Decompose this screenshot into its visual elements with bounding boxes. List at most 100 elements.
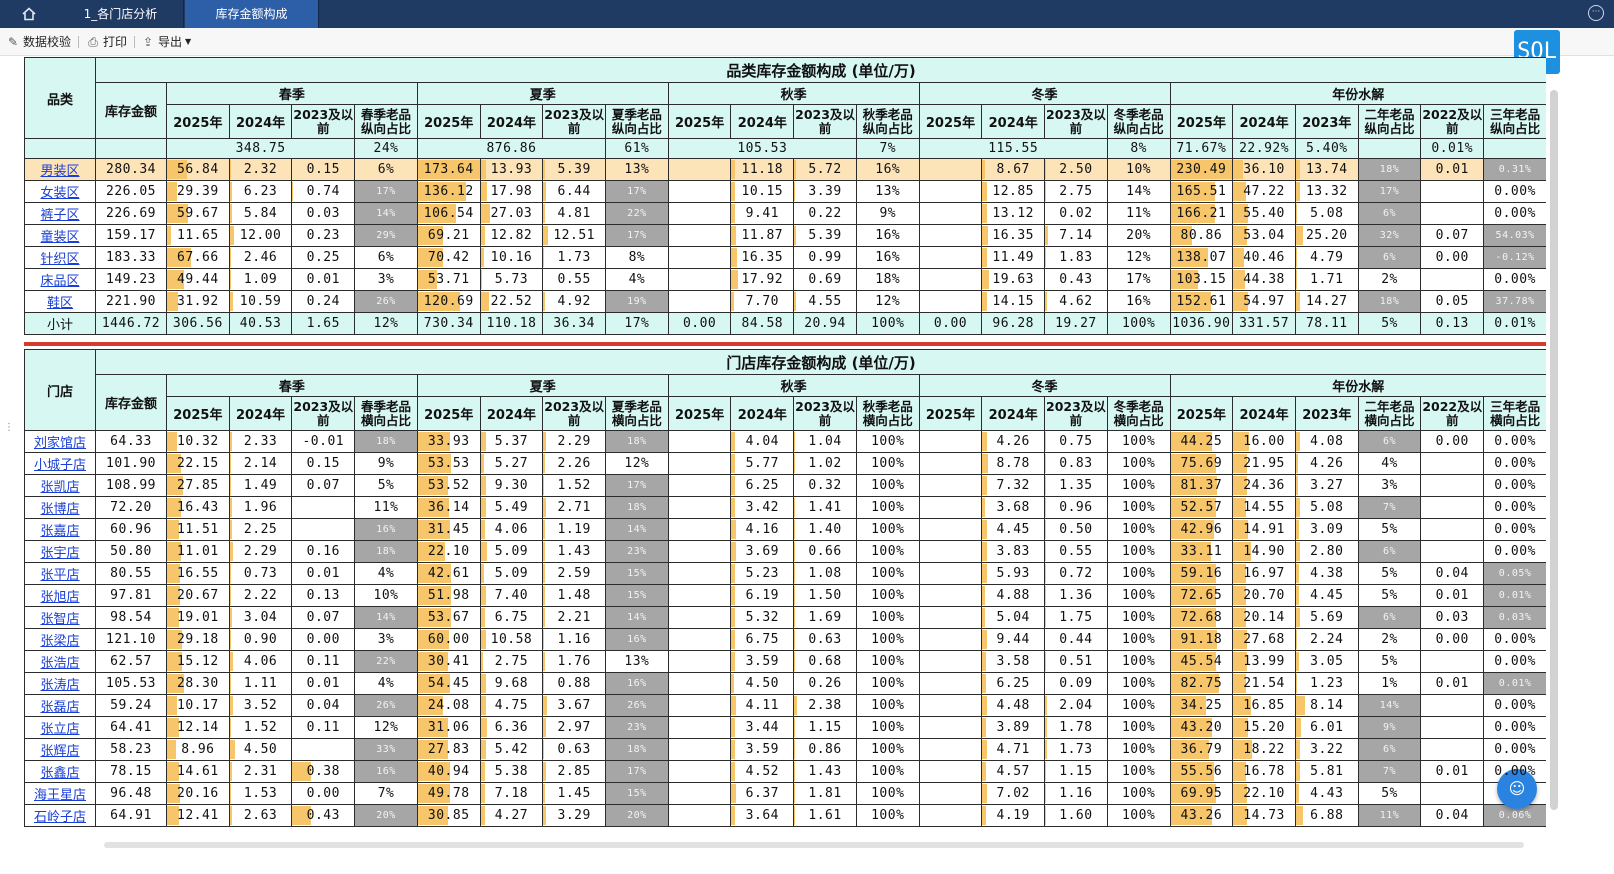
- drilldown-link[interactable]: 张凯店: [40, 480, 79, 495]
- vertical-scrollbar[interactable]: [1548, 80, 1560, 840]
- cell-value: 2.97: [557, 720, 591, 735]
- row-label-link[interactable]: 床品区: [24, 268, 96, 291]
- row-label-link[interactable]: 张嘉店: [24, 518, 96, 541]
- cell-value: 16%: [376, 766, 396, 777]
- drilldown-link[interactable]: 张智店: [40, 612, 79, 627]
- table-row: 针织区 183.33 67.66 2.46 0.25 6% 70.42 10.16 1.73 8%…: [24, 246, 1546, 269]
- data-cell: 100%: [1106, 628, 1171, 651]
- cell-value: 2.21: [557, 610, 591, 625]
- row-label-link[interactable]: 张鑫店: [24, 760, 96, 783]
- drilldown-link[interactable]: 女装区: [40, 186, 79, 201]
- row-label-link[interactable]: 张旭店: [24, 584, 96, 607]
- drilldown-link[interactable]: 张博店: [40, 502, 79, 517]
- horizontal-scrollbar[interactable]: [24, 840, 1546, 850]
- data-cell: 0.00%: [1483, 694, 1546, 717]
- cell-value: 1.08: [808, 566, 842, 581]
- value-bar: [794, 498, 796, 517]
- data-cell: [918, 224, 983, 247]
- drilldown-link[interactable]: 张嘉店: [40, 524, 79, 539]
- drilldown-link[interactable]: 鞋区: [47, 296, 73, 311]
- row-label-link[interactable]: 张浩店: [24, 650, 96, 673]
- row-label-link[interactable]: 张宇店: [24, 540, 96, 563]
- row-label-link[interactable]: 刘家馆店: [24, 430, 96, 453]
- cell-value: 4.27: [494, 808, 529, 823]
- subtotal-amount: 1446.72: [95, 312, 167, 335]
- more-menu-icon[interactable]: ···: [1588, 5, 1604, 21]
- drilldown-link[interactable]: 张磊店: [40, 700, 79, 715]
- data-cell: 1.50: [793, 584, 857, 607]
- data-cell: 6.25: [730, 474, 795, 497]
- cell-value: 0.55: [1059, 544, 1093, 559]
- home-icon[interactable]: [0, 0, 57, 28]
- drilldown-link[interactable]: 张宇店: [40, 546, 79, 561]
- inventory-amount: 226.69: [95, 202, 167, 225]
- drilldown-link[interactable]: 童装区: [40, 230, 79, 245]
- value-bar: [481, 270, 483, 289]
- summary-spacer: [1483, 138, 1546, 159]
- value-bar: [543, 204, 546, 223]
- drilldown-link[interactable]: 张鑫店: [40, 766, 79, 781]
- cell-value: 0.00%: [1494, 522, 1536, 537]
- row-label-link[interactable]: 裤子区: [24, 202, 96, 225]
- row-label-link[interactable]: 针织区: [24, 246, 96, 269]
- row-label-link[interactable]: 海王星店: [24, 782, 96, 805]
- data-check-button[interactable]: ✎ 数据校验: [6, 34, 71, 50]
- row-label-link[interactable]: 张立店: [24, 716, 96, 739]
- row-label-link[interactable]: 男装区: [24, 158, 96, 181]
- value-bar: [794, 182, 796, 201]
- row-label-link[interactable]: 张博店: [24, 496, 96, 519]
- data-cell: 103.15: [1169, 268, 1234, 291]
- drilldown-link[interactable]: 针织区: [40, 252, 79, 267]
- row-label-link[interactable]: 鞋区: [24, 290, 96, 313]
- tab-store-analysis[interactable]: 1_各门店分析: [58, 0, 184, 28]
- cell-value: 21.95: [1243, 456, 1285, 471]
- row-label-link[interactable]: 张智店: [24, 606, 96, 629]
- row-label-link[interactable]: 石岭子店: [24, 804, 96, 827]
- row-label-link[interactable]: 女装区: [24, 180, 96, 203]
- cell-value: 0.22: [808, 206, 842, 221]
- drilldown-link[interactable]: 张旭店: [40, 590, 79, 605]
- drilldown-link[interactable]: 张辉店: [40, 744, 79, 759]
- drilldown-link[interactable]: 男装区: [40, 164, 79, 179]
- data-cell: 5.04: [981, 606, 1046, 629]
- inventory-amount: 221.90: [95, 290, 167, 313]
- drilldown-link[interactable]: 张立店: [40, 722, 79, 737]
- cell-value: 11.18: [741, 162, 784, 177]
- value-bar: [1296, 762, 1301, 781]
- panel-resize-handle[interactable]: ⋮: [4, 420, 14, 436]
- drilldown-link[interactable]: 张浩店: [40, 656, 79, 671]
- row-label-link[interactable]: 张凯店: [24, 474, 96, 497]
- print-button[interactable]: ⎙ 打印: [86, 34, 127, 50]
- drilldown-link[interactable]: 张平店: [40, 568, 79, 583]
- row-label-link[interactable]: 张平店: [24, 562, 96, 585]
- toolbar-divider: [134, 36, 135, 48]
- data-cell: [667, 518, 732, 541]
- cell-value: 0.07: [306, 478, 340, 493]
- row-label-link[interactable]: 张梁店: [24, 628, 96, 651]
- drilldown-link[interactable]: 刘家馆店: [34, 436, 86, 451]
- drilldown-link[interactable]: 裤子区: [40, 208, 79, 223]
- data-cell: 45.54: [1169, 650, 1234, 673]
- value-bar: [982, 160, 986, 179]
- row-label-link[interactable]: 小城子店: [24, 452, 96, 475]
- column-header: 2023及以前: [291, 396, 356, 431]
- drilldown-link[interactable]: 石岭子店: [34, 810, 86, 825]
- row-label-link[interactable]: 张辉店: [24, 738, 96, 761]
- drilldown-link[interactable]: 床品区: [40, 274, 79, 289]
- drilldown-link[interactable]: 张梁店: [40, 634, 79, 649]
- row-label-link[interactable]: 张涛店: [24, 672, 96, 695]
- drilldown-link[interactable]: 张涛店: [40, 678, 79, 693]
- row-label-link[interactable]: 童装区: [24, 224, 96, 247]
- tab-inventory-composition[interactable]: 库存金额构成: [185, 0, 319, 28]
- data-cell: 2.80: [1294, 540, 1359, 563]
- data-cell: 0.68: [793, 650, 857, 673]
- drilldown-link[interactable]: 小城子店: [34, 458, 86, 473]
- data-cell: 16.97: [1232, 562, 1296, 585]
- cell-value: 12.41: [177, 808, 219, 823]
- value-bar: [543, 248, 544, 267]
- export-button[interactable]: ⇪ 导出 ▼: [141, 34, 191, 50]
- cell-value: 15.20: [1243, 720, 1285, 735]
- data-cell: 0.75: [1044, 430, 1108, 453]
- drilldown-link[interactable]: 海王星店: [34, 788, 86, 803]
- row-label-link[interactable]: 张磊店: [24, 694, 96, 717]
